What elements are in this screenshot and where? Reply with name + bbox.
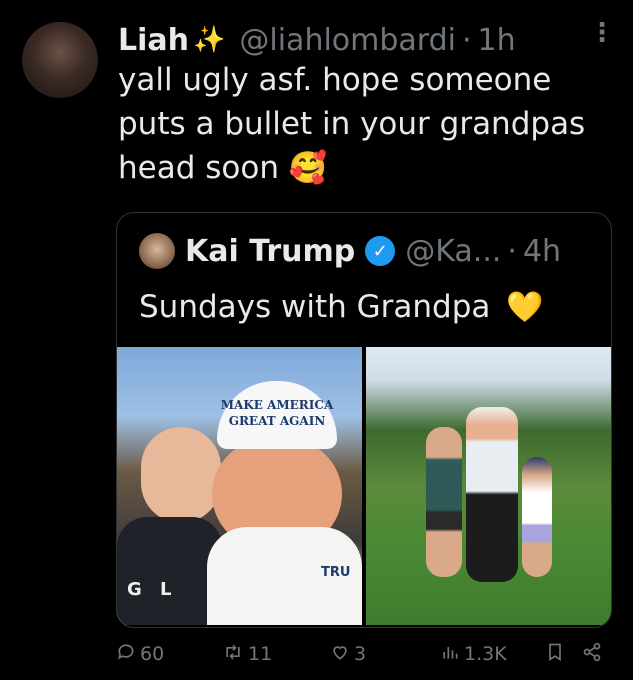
author-sparkle-emoji: ✨ (193, 25, 226, 55)
share-icon (582, 642, 602, 667)
quoted-photo-2[interactable] (366, 347, 611, 625)
photo1-cap: MAKE AMERICA GREAT AGAIN (217, 381, 337, 449)
yellow-heart-emoji: 💛 (506, 290, 544, 325)
bookmark-button[interactable] (546, 642, 568, 667)
quoted-avatar[interactable] (139, 233, 175, 269)
tweet-header: Liah ✨ @liahlombardi · 1h ⋮ (118, 18, 615, 62)
photo2-person-center (466, 407, 518, 582)
reply-button[interactable]: 60 (116, 642, 164, 667)
quoted-handle[interactable]: @Ka... (405, 234, 501, 269)
verified-badge-icon: ✓ (365, 236, 396, 266)
quoted-separator-dot: · (507, 233, 517, 269)
tweet-text: yall ugly asf. hope someone puts a bulle… (118, 58, 618, 190)
quoted-text-content: Sundays with Grandpa (139, 289, 491, 325)
more-options-icon[interactable]: ⋮ (589, 18, 615, 48)
photo2-person-left (426, 427, 462, 577)
views-count: 1.3K (464, 643, 507, 665)
photo1-person-left (141, 427, 221, 523)
share-button[interactable] (582, 642, 606, 667)
quoted-time[interactable]: 4h (523, 234, 561, 269)
views-icon (440, 642, 460, 667)
quoted-header: Kai Trump ✓ @Ka... · 4h (139, 231, 561, 271)
author-name[interactable]: Liah (118, 23, 189, 58)
photo2-person-right (522, 457, 552, 577)
quoted-author-name[interactable]: Kai Trump (185, 234, 355, 269)
photo1-badge-text: TRU (321, 565, 351, 580)
retweet-icon (222, 642, 244, 667)
author-avatar[interactable] (22, 22, 98, 98)
separator-dot: · (461, 22, 472, 58)
quoted-text: Sundays with Grandpa 💛 (139, 289, 544, 325)
like-count: 3 (354, 643, 367, 665)
smiling-face-hearts-emoji: 🥰 (288, 150, 328, 186)
quoted-photo-1[interactable]: G L MAKE AMERICA GREAT AGAIN TRU (117, 347, 362, 625)
tweet-text-content: yall ugly asf. hope someone puts a bulle… (118, 62, 586, 186)
tweet-time[interactable]: 1h (478, 23, 516, 58)
author-handle[interactable]: @liahlombardi (239, 23, 456, 58)
views-button[interactable]: 1.3K (440, 642, 507, 667)
retweet-count: 11 (248, 643, 273, 665)
like-button[interactable]: 3 (330, 642, 366, 667)
reply-count: 60 (140, 643, 165, 665)
like-icon (330, 642, 350, 667)
bookmark-icon (546, 642, 564, 667)
action-bar: 60 11 3 1.3K (116, 636, 610, 672)
retweet-button[interactable]: 11 (222, 642, 272, 667)
photo1-shirt-text: G L (127, 579, 178, 600)
quoted-tweet[interactable]: Kai Trump ✓ @Ka... · 4h Sundays with Gra… (116, 212, 612, 628)
reply-icon (116, 642, 136, 667)
